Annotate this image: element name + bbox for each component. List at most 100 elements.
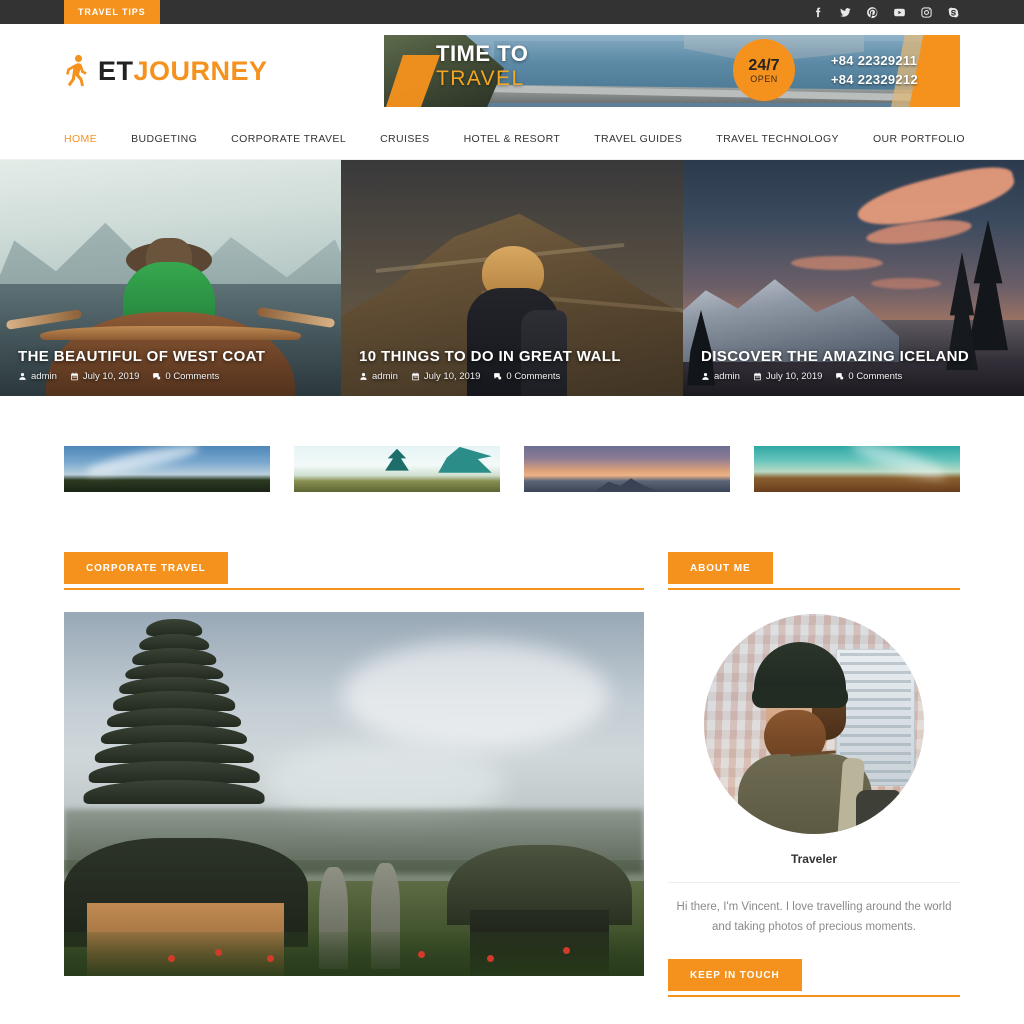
hero-slide-3[interactable]: DISCOVER THE AMAZING ICELAND admin July … <box>683 160 1024 396</box>
slide-3-cloud-4-art <box>871 278 941 289</box>
skype-icon[interactable] <box>947 6 960 19</box>
topbar-tab-label: TRAVEL TIPS <box>78 7 146 17</box>
thumbnail-3[interactable] <box>524 446 730 492</box>
featured-garden-art <box>64 932 644 976</box>
featured-cloud-1-art <box>342 641 610 751</box>
about-me-heading-underline <box>668 588 960 590</box>
logo-text: ETJOURNEY <box>98 56 268 87</box>
section-heading-label: CORPORATE TRAVEL <box>64 552 228 584</box>
nav-item-corporate-travel[interactable]: CORPORATE TRAVEL <box>231 133 346 145</box>
thumbnail-2[interactable] <box>294 446 500 492</box>
thumbnail-4[interactable] <box>754 446 960 492</box>
nav-item-budgeting[interactable]: BUDGETING <box>131 133 197 145</box>
hero-slider: THE BEAUTIFUL OF WEST COAT admin July 10… <box>0 160 1024 396</box>
top-bar: TRAVEL TIPS <box>0 0 1024 24</box>
slide-2-date: July 10, 2019 <box>411 371 481 382</box>
about-me-heading-label: ABOUT ME <box>668 552 773 584</box>
nav-item-hotel-resort[interactable]: HOTEL & RESORT <box>464 133 561 145</box>
open-hours-badge: 24/7 OPEN <box>733 39 795 101</box>
slide-2-caption: 10 THINGS TO DO IN GREAT WALL admin July… <box>341 347 683 396</box>
nav-item-home[interactable]: HOME <box>64 133 97 145</box>
slide-3-comments: 0 Comments <box>835 371 902 382</box>
facebook-icon[interactable] <box>812 6 825 19</box>
site-header: ETJOURNEY TIME TO TRAVEL 24/7 OPEN +84 2… <box>0 24 1024 118</box>
thumbnail-strip <box>0 396 1024 526</box>
main-column: CORPORATE TRAVEL <box>64 552 644 976</box>
banner-line-2: TRAVEL <box>436 67 525 90</box>
slide-1-comments: 0 Comments <box>152 371 219 382</box>
content-area: CORPORATE TRAVEL ABOUT ME Traveler Hi th… <box>0 526 1024 997</box>
keep-in-touch-heading-label: KEEP IN TOUCH <box>668 959 802 991</box>
slide-3-cloud-3-art <box>791 256 883 270</box>
slide-3-comments-label: 0 Comments <box>848 371 903 382</box>
slide-3-title[interactable]: DISCOVER THE AMAZING ICELAND <box>701 347 1006 367</box>
logo-primary: ET <box>98 55 134 86</box>
about-role: Traveler <box>668 852 960 883</box>
slide-1-date: July 10, 2019 <box>70 371 139 382</box>
banner-line-1: TIME TO <box>436 41 529 66</box>
badge-open-label: OPEN <box>750 73 778 84</box>
slide-3-caption: DISCOVER THE AMAZING ICELAND admin July … <box>683 347 1024 396</box>
nav-item-travel-technology[interactable]: TRAVEL TECHNOLOGY <box>716 133 839 145</box>
site-logo[interactable]: ETJOURNEY <box>64 54 268 88</box>
comment-icon <box>494 373 502 380</box>
slide-2-author: admin <box>359 371 398 382</box>
logo-secondary: JOURNEY <box>133 55 268 86</box>
slide-2-comments: 0 Comments <box>493 371 560 382</box>
twitter-icon[interactable] <box>839 6 852 19</box>
nav-item-our-portfolio[interactable]: OUR PORTFOLIO <box>873 133 965 145</box>
comment-icon <box>153 373 161 380</box>
slide-3-date-label: July 10, 2019 <box>765 371 823 382</box>
badge-hours: 24/7 <box>748 56 780 74</box>
youtube-icon[interactable] <box>893 6 906 19</box>
user-icon <box>702 373 709 380</box>
slide-2-comments-label: 0 Comments <box>506 371 561 382</box>
hero-slide-2[interactable]: 10 THINGS TO DO IN GREAT WALL admin July… <box>341 160 683 396</box>
social-links <box>812 0 1024 24</box>
nav-item-travel-guides[interactable]: TRAVEL GUIDES <box>594 133 682 145</box>
main-navigation: HOME BUDGETING CORPORATE TRAVEL CRUISES … <box>0 118 1024 160</box>
slide-3-author: admin <box>701 371 740 382</box>
user-icon <box>19 373 26 380</box>
section-heading-underline <box>64 588 644 590</box>
keep-in-touch-widget: KEEP IN TOUCH <box>668 959 960 997</box>
phone-number-1[interactable]: +84 22329211 <box>831 51 918 70</box>
featured-post-image[interactable] <box>64 612 644 976</box>
slide-2-author-label: admin <box>372 371 398 382</box>
slide-2-date-label: July 10, 2019 <box>423 371 481 382</box>
comment-icon <box>836 373 844 380</box>
avatar <box>704 614 924 834</box>
walking-person-icon <box>64 54 90 88</box>
topbar-tab-travel-tips[interactable]: TRAVEL TIPS <box>64 0 160 24</box>
calendar-icon <box>412 372 419 381</box>
slide-3-meta: admin July 10, 2019 0 Comments <box>701 371 1006 382</box>
avatar-container <box>668 614 960 834</box>
instagram-icon[interactable] <box>920 6 933 19</box>
slide-1-title[interactable]: THE BEAUTIFUL OF WEST COAT <box>18 347 323 367</box>
slide-1-author: admin <box>18 371 57 382</box>
hero-slide-1[interactable]: THE BEAUTIFUL OF WEST COAT admin July 10… <box>0 160 341 396</box>
keep-in-touch-heading-underline <box>668 995 960 997</box>
header-promo-banner[interactable]: TIME TO TRAVEL 24/7 OPEN +84 22329211 +8… <box>384 35 960 107</box>
phone-number-2[interactable]: +84 22329212 <box>831 70 918 89</box>
slide-2-title[interactable]: 10 THINGS TO DO IN GREAT WALL <box>359 347 665 367</box>
slide-3-date: July 10, 2019 <box>753 371 823 382</box>
pinterest-icon[interactable] <box>866 6 879 19</box>
featured-pagoda-art <box>83 619 265 859</box>
slide-1-meta: admin July 10, 2019 0 Comments <box>18 371 323 382</box>
thumbnail-1[interactable] <box>64 446 270 492</box>
section-heading-corporate-travel: CORPORATE TRAVEL <box>64 552 644 590</box>
calendar-icon <box>754 372 761 381</box>
sidebar-column: ABOUT ME Traveler Hi there, I'm Vincent.… <box>668 552 960 997</box>
avatar-beanie-brim-art <box>752 686 848 708</box>
slide-1-boat-rim-art <box>40 326 301 340</box>
slide-1-caption: THE BEAUTIFUL OF WEST COAT admin July 10… <box>0 347 341 396</box>
slide-1-comments-label: 0 Comments <box>165 371 220 382</box>
slide-3-author-label: admin <box>714 371 740 382</box>
nav-item-cruises[interactable]: CRUISES <box>380 133 429 145</box>
slide-1-author-label: admin <box>31 371 57 382</box>
about-bio: Hi there, I'm Vincent. I love travelling… <box>676 901 952 933</box>
banner-headline: TIME TO TRAVEL <box>436 41 528 91</box>
user-icon <box>360 373 367 380</box>
avatar-backpack-art <box>856 790 900 834</box>
